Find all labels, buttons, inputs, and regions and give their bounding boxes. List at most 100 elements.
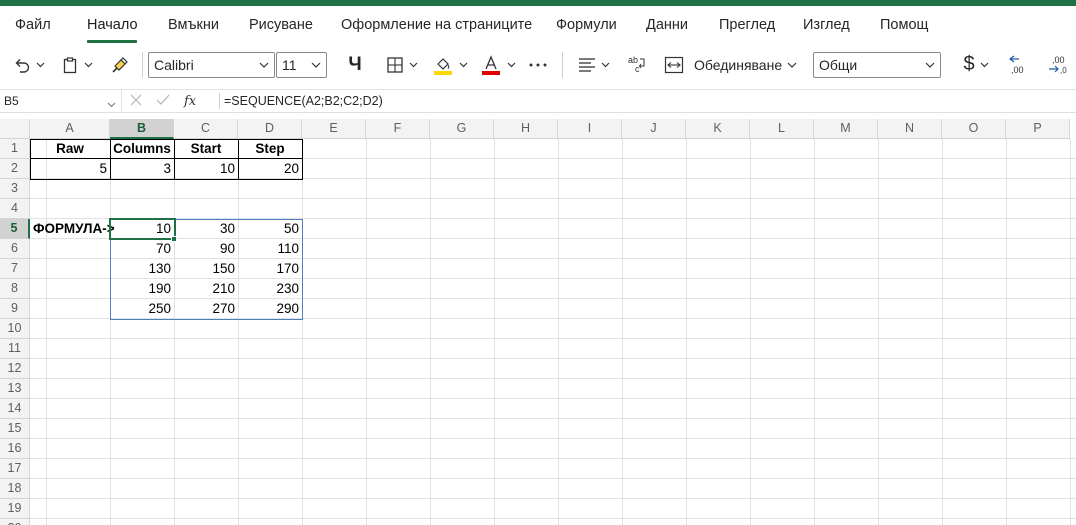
tab-data[interactable]: Данни bbox=[646, 17, 688, 33]
row-header-5[interactable]: 5 bbox=[0, 219, 30, 239]
insert-function-icon[interactable]: fx bbox=[184, 94, 196, 109]
currency-format-button[interactable]: $ bbox=[956, 42, 996, 87]
row-header-13[interactable]: 13 bbox=[0, 379, 30, 399]
row-header-9[interactable]: 9 bbox=[0, 299, 30, 319]
tab-help[interactable]: Помощ bbox=[880, 17, 928, 33]
column-header-p[interactable]: P bbox=[1006, 119, 1070, 139]
more-options-button[interactable] bbox=[524, 42, 552, 87]
column-header-m[interactable]: M bbox=[814, 119, 878, 139]
wrap-text-button[interactable]: ab c bbox=[622, 42, 652, 87]
cells-area[interactable]: Raw Columns Start Step 5 3 10 20 ФОРМУЛА… bbox=[30, 139, 1076, 525]
row-header-11[interactable]: 11 bbox=[0, 339, 30, 359]
tab-page-layout[interactable]: Оформление на страниците bbox=[341, 17, 532, 33]
font-name-combo[interactable]: Calibri bbox=[148, 52, 275, 78]
row-header-2[interactable]: 2 bbox=[0, 159, 30, 179]
column-header-k[interactable]: K bbox=[686, 119, 750, 139]
chevron-down-icon[interactable] bbox=[306, 62, 326, 68]
cell-c6[interactable]: 90 bbox=[174, 239, 238, 259]
cell-d7[interactable]: 170 bbox=[238, 259, 302, 279]
cell-a1[interactable]: Raw bbox=[30, 139, 110, 159]
column-header-f[interactable]: F bbox=[366, 119, 430, 139]
font-color-button[interactable] bbox=[478, 42, 518, 87]
align-button[interactable] bbox=[574, 42, 614, 87]
column-header-h[interactable]: H bbox=[494, 119, 558, 139]
select-all-corner[interactable] bbox=[0, 119, 30, 139]
number-format-combo[interactable]: Общи bbox=[813, 52, 941, 78]
cell-d9[interactable]: 290 bbox=[238, 299, 302, 319]
row-header-18[interactable]: 18 bbox=[0, 479, 30, 499]
row-header-20[interactable]: 20 bbox=[0, 519, 30, 525]
cell-c8[interactable]: 210 bbox=[174, 279, 238, 299]
column-header-a[interactable]: A bbox=[30, 119, 110, 139]
cell-a2[interactable]: 5 bbox=[30, 159, 110, 179]
formula-input[interactable]: =SEQUENCE(A2;B2;C2;D2) bbox=[224, 90, 383, 112]
cell-b5[interactable]: 10 bbox=[110, 219, 174, 239]
row-header-6[interactable]: 6 bbox=[0, 239, 30, 259]
column-header-c[interactable]: C bbox=[174, 119, 238, 139]
column-header-n[interactable]: N bbox=[878, 119, 942, 139]
tab-home[interactable]: Начало bbox=[87, 17, 138, 33]
ribbon-separator bbox=[142, 52, 143, 78]
decrease-decimal-button[interactable]: ,00 bbox=[1004, 42, 1034, 87]
row-header-12[interactable]: 12 bbox=[0, 359, 30, 379]
chevron-down-icon[interactable] bbox=[107, 97, 116, 111]
name-box[interactable]: B5 bbox=[0, 90, 122, 112]
column-header-b[interactable]: B bbox=[110, 119, 174, 139]
column-header-e[interactable]: E bbox=[302, 119, 366, 139]
format-painter-button[interactable] bbox=[106, 42, 134, 87]
chevron-down-icon[interactable] bbox=[920, 62, 940, 68]
tab-formulas[interactable]: Формули bbox=[556, 17, 617, 33]
fill-handle[interactable] bbox=[171, 236, 177, 242]
row-header-19[interactable]: 19 bbox=[0, 499, 30, 519]
borders-button[interactable] bbox=[382, 42, 422, 87]
row-header-16[interactable]: 16 bbox=[0, 439, 30, 459]
increase-decimal-button[interactable]: ,00,0 bbox=[1042, 42, 1074, 87]
row-header-17[interactable]: 17 bbox=[0, 459, 30, 479]
tab-insert[interactable]: Вмъкни bbox=[168, 17, 219, 33]
paste-button[interactable] bbox=[58, 42, 96, 87]
cell-d5[interactable]: 50 bbox=[238, 219, 302, 239]
column-header-i[interactable]: I bbox=[558, 119, 622, 139]
cell-a5-label[interactable]: ФОРМУЛА-> bbox=[30, 219, 115, 239]
row-header-10[interactable]: 10 bbox=[0, 319, 30, 339]
confirm-icon[interactable] bbox=[156, 94, 170, 109]
cell-d1[interactable]: Step bbox=[238, 139, 302, 159]
tab-file[interactable]: Файл bbox=[15, 17, 51, 33]
cell-b2[interactable]: 3 bbox=[110, 159, 174, 179]
cell-d2[interactable]: 20 bbox=[238, 159, 302, 179]
fill-color-button[interactable] bbox=[430, 42, 470, 87]
cancel-icon[interactable] bbox=[130, 94, 142, 109]
cell-d6[interactable]: 110 bbox=[238, 239, 302, 259]
font-size-combo[interactable]: 11 bbox=[276, 52, 327, 78]
column-header-d[interactable]: D bbox=[238, 119, 302, 139]
cell-c5[interactable]: 30 bbox=[174, 219, 238, 239]
merge-button[interactable]: Обединяване bbox=[664, 42, 804, 87]
column-header-g[interactable]: G bbox=[430, 119, 494, 139]
chevron-down-icon[interactable] bbox=[254, 62, 274, 68]
row-header-1[interactable]: 1 bbox=[0, 139, 30, 159]
tab-view[interactable]: Изглед bbox=[803, 17, 850, 33]
bold-button[interactable]: Ч bbox=[340, 42, 370, 87]
row-header-4[interactable]: 4 bbox=[0, 199, 30, 219]
column-header-j[interactable]: J bbox=[622, 119, 686, 139]
cell-c1[interactable]: Start bbox=[174, 139, 238, 159]
tab-review[interactable]: Преглед bbox=[719, 17, 775, 33]
cell-c2[interactable]: 10 bbox=[174, 159, 238, 179]
column-header-o[interactable]: O bbox=[942, 119, 1006, 139]
cell-b8[interactable]: 190 bbox=[110, 279, 174, 299]
cell-d8[interactable]: 230 bbox=[238, 279, 302, 299]
cell-b7[interactable]: 130 bbox=[110, 259, 174, 279]
row-header-3[interactable]: 3 bbox=[0, 179, 30, 199]
row-header-14[interactable]: 14 bbox=[0, 399, 30, 419]
cell-c7[interactable]: 150 bbox=[174, 259, 238, 279]
row-header-15[interactable]: 15 bbox=[0, 419, 30, 439]
cell-b1[interactable]: Columns bbox=[110, 139, 174, 159]
cell-c9[interactable]: 270 bbox=[174, 299, 238, 319]
cell-b6[interactable]: 70 bbox=[110, 239, 174, 259]
cell-b9[interactable]: 250 bbox=[110, 299, 174, 319]
undo-button[interactable] bbox=[10, 42, 48, 87]
column-header-l[interactable]: L bbox=[750, 119, 814, 139]
tab-draw[interactable]: Рисуване bbox=[249, 17, 313, 33]
row-header-8[interactable]: 8 bbox=[0, 279, 30, 299]
row-header-7[interactable]: 7 bbox=[0, 259, 30, 279]
